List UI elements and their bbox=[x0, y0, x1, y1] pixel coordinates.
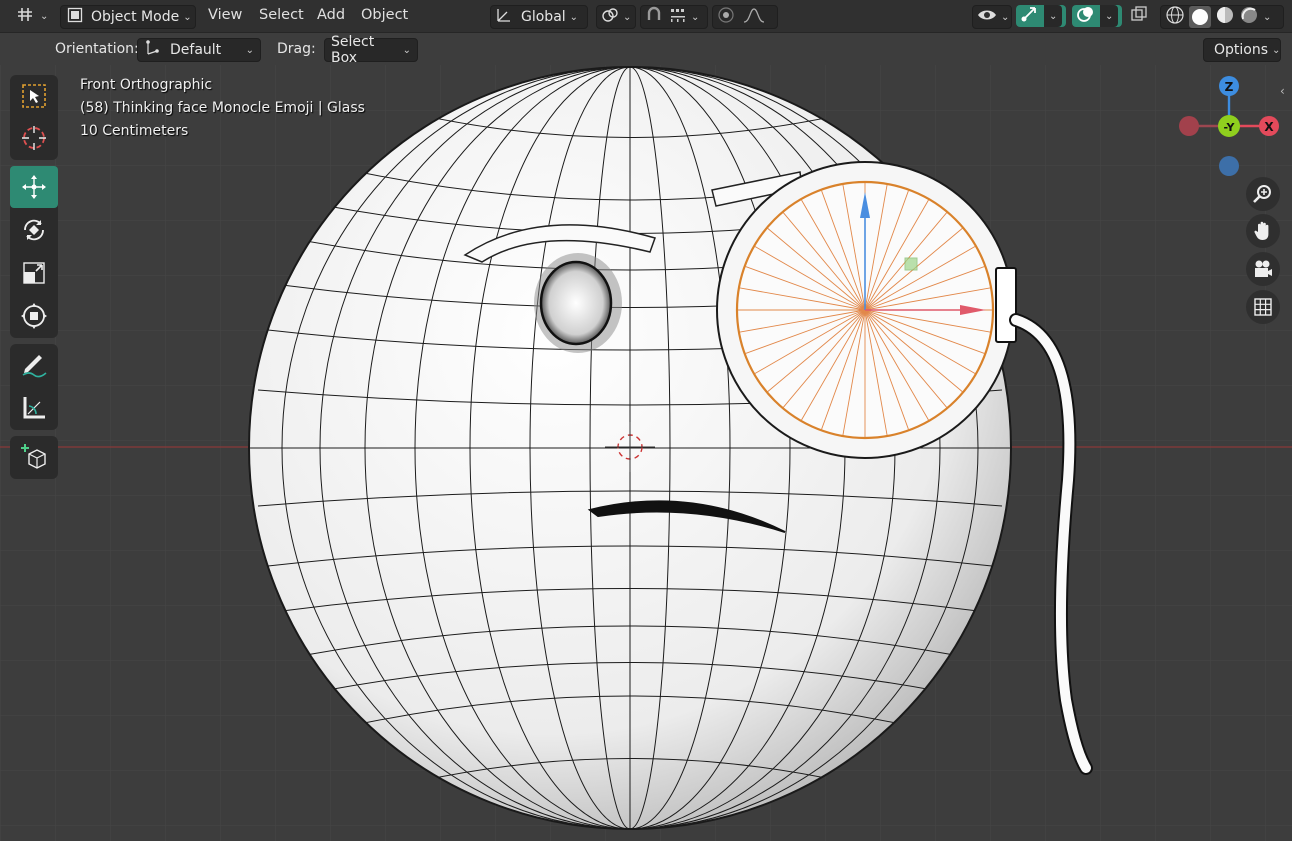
pivot-icon bbox=[601, 6, 619, 28]
visibility-selector[interactable]: ⌄ bbox=[972, 5, 1012, 29]
chevron-down-icon: ⌄ bbox=[402, 44, 411, 56]
object-mode-icon bbox=[67, 7, 83, 27]
toolbar-transform-group bbox=[10, 166, 58, 338]
gizmo-icon[interactable] bbox=[1020, 5, 1040, 27]
chevron-down-icon: ⌄ bbox=[1001, 11, 1010, 23]
orientation-value: Default bbox=[170, 42, 222, 58]
neg-x-axis-handle[interactable] bbox=[1179, 116, 1199, 136]
grid-icon bbox=[1254, 298, 1272, 316]
menu-object[interactable]: Object bbox=[361, 7, 408, 23]
measure-ruler-icon bbox=[23, 397, 45, 419]
snap-magnet-icon[interactable] bbox=[645, 6, 663, 28]
menu-add[interactable]: Add bbox=[317, 7, 345, 23]
orientation-icon bbox=[495, 6, 513, 28]
xray-toggle[interactable] bbox=[1130, 5, 1154, 27]
gizmo-x-label: X bbox=[1264, 120, 1274, 134]
chevron-down-icon[interactable]: ⌄ bbox=[1100, 5, 1119, 27]
options-label: Options bbox=[1214, 42, 1269, 58]
add-cube-tool[interactable] bbox=[10, 436, 58, 478]
camera-icon bbox=[1255, 260, 1272, 277]
view-name: Front Orthographic bbox=[80, 77, 213, 93]
proportional-edit-group bbox=[712, 5, 778, 29]
move-tool[interactable] bbox=[10, 166, 58, 208]
measure-tool[interactable] bbox=[10, 387, 58, 429]
viewport-canvas[interactable] bbox=[0, 65, 1292, 841]
left-eye[interactable] bbox=[534, 253, 622, 353]
snap-increment-icon[interactable] bbox=[669, 7, 687, 27]
neg-z-axis-handle[interactable] bbox=[1219, 156, 1239, 176]
menu-view[interactable]: View bbox=[208, 7, 242, 23]
toolbar-select-group bbox=[10, 75, 58, 160]
xray-icon bbox=[1130, 5, 1148, 27]
transform-orientation-selector[interactable]: Global ⌄ bbox=[490, 5, 588, 29]
transform-orientation-label: Global bbox=[521, 9, 566, 25]
object-info: (58) Thinking face Monocle Emoji | Glass bbox=[80, 100, 365, 116]
chevron-down-icon: ⌄ bbox=[691, 11, 700, 23]
chevron-down-icon: ⌄ bbox=[569, 11, 579, 23]
chevron-down-icon: ⌄ bbox=[1272, 44, 1281, 56]
gizmo-toggle-group: ⌄ bbox=[1016, 5, 1066, 27]
chevron-down-icon: ⌄ bbox=[623, 11, 632, 23]
snap-group: ⌄ bbox=[640, 5, 708, 29]
solid-shading-icon[interactable] bbox=[1189, 6, 1211, 28]
zoom-icon bbox=[1253, 185, 1271, 203]
rotate-icon bbox=[24, 219, 44, 241]
rendered-shading-icon[interactable] bbox=[1239, 5, 1259, 29]
proportional-edit-icon[interactable] bbox=[717, 6, 735, 28]
editor-type-icon bbox=[16, 6, 36, 26]
zoom-button[interactable] bbox=[1246, 177, 1280, 211]
chevron-down-icon: ⌄ bbox=[40, 10, 49, 22]
editor-type-button[interactable]: ⌄ bbox=[10, 5, 50, 27]
options-dropdown[interactable]: Options ⌄ bbox=[1203, 38, 1281, 62]
overlay-toggle-group: ⌄ bbox=[1072, 5, 1122, 27]
sidebar-toggle-icon[interactable]: ‹ bbox=[1280, 84, 1292, 98]
transform-tool[interactable] bbox=[10, 295, 58, 337]
chevron-down-icon: ⌄ bbox=[245, 44, 254, 56]
annotate-pencil-icon bbox=[22, 355, 47, 378]
orientation-dropdown[interactable]: Default ⌄ bbox=[137, 38, 261, 62]
chevron-down-icon[interactable]: ⌄ bbox=[1044, 5, 1063, 27]
gizmo-z-label: Z bbox=[1225, 80, 1234, 94]
toolbar-annotate-group bbox=[10, 344, 58, 430]
chevron-down-icon: ⌄ bbox=[183, 11, 192, 23]
drag-value: Select Box bbox=[331, 34, 375, 66]
orientation-axes-icon bbox=[144, 39, 160, 61]
pan-button[interactable] bbox=[1246, 214, 1280, 248]
eye-icon bbox=[977, 7, 997, 27]
move-icon bbox=[22, 175, 46, 199]
transform-icon bbox=[21, 303, 47, 329]
scale-icon bbox=[23, 262, 45, 284]
drag-label: Drag: bbox=[277, 41, 316, 57]
orientation-label: Orientation: bbox=[55, 41, 139, 57]
falloff-icon[interactable] bbox=[743, 7, 765, 27]
wireframe-shading-icon[interactable] bbox=[1165, 5, 1185, 29]
add-cube-icon bbox=[21, 444, 46, 469]
viewport-header: ⌄ Object Mode ⌄ View Select Add Object G… bbox=[0, 0, 1292, 33]
gizmo-y-label: -Y bbox=[1224, 121, 1236, 134]
pivot-point-selector[interactable]: ⌄ bbox=[596, 5, 636, 29]
scale-info: 10 Centimeters bbox=[80, 123, 189, 139]
navigation-gizmo[interactable]: Z X -Y bbox=[1175, 72, 1285, 182]
scale-tool[interactable] bbox=[10, 252, 58, 294]
cursor-tool[interactable] bbox=[10, 117, 58, 159]
toolbar-add-group bbox=[10, 436, 58, 479]
menu-select[interactable]: Select bbox=[259, 7, 304, 23]
camera-view-button[interactable] bbox=[1246, 252, 1280, 286]
select-box-tool[interactable] bbox=[10, 75, 58, 117]
overlay-icon[interactable] bbox=[1076, 5, 1096, 27]
mode-label: Object Mode bbox=[91, 9, 180, 25]
drag-dropdown[interactable]: Select Box ⌄ bbox=[324, 34, 418, 66]
ortho-toggle-button[interactable] bbox=[1246, 290, 1280, 324]
annotate-tool[interactable] bbox=[10, 344, 58, 386]
cursor-icon bbox=[22, 126, 46, 150]
select-box-icon bbox=[22, 84, 46, 108]
material-shading-icon[interactable] bbox=[1215, 5, 1235, 29]
rotate-tool[interactable] bbox=[10, 209, 58, 251]
mode-selector[interactable]: Object Mode ⌄ bbox=[60, 5, 196, 29]
shading-mode-group: ⌄ bbox=[1160, 5, 1284, 29]
hand-icon bbox=[1254, 221, 1269, 240]
chevron-down-icon: ⌄ bbox=[1263, 11, 1272, 23]
